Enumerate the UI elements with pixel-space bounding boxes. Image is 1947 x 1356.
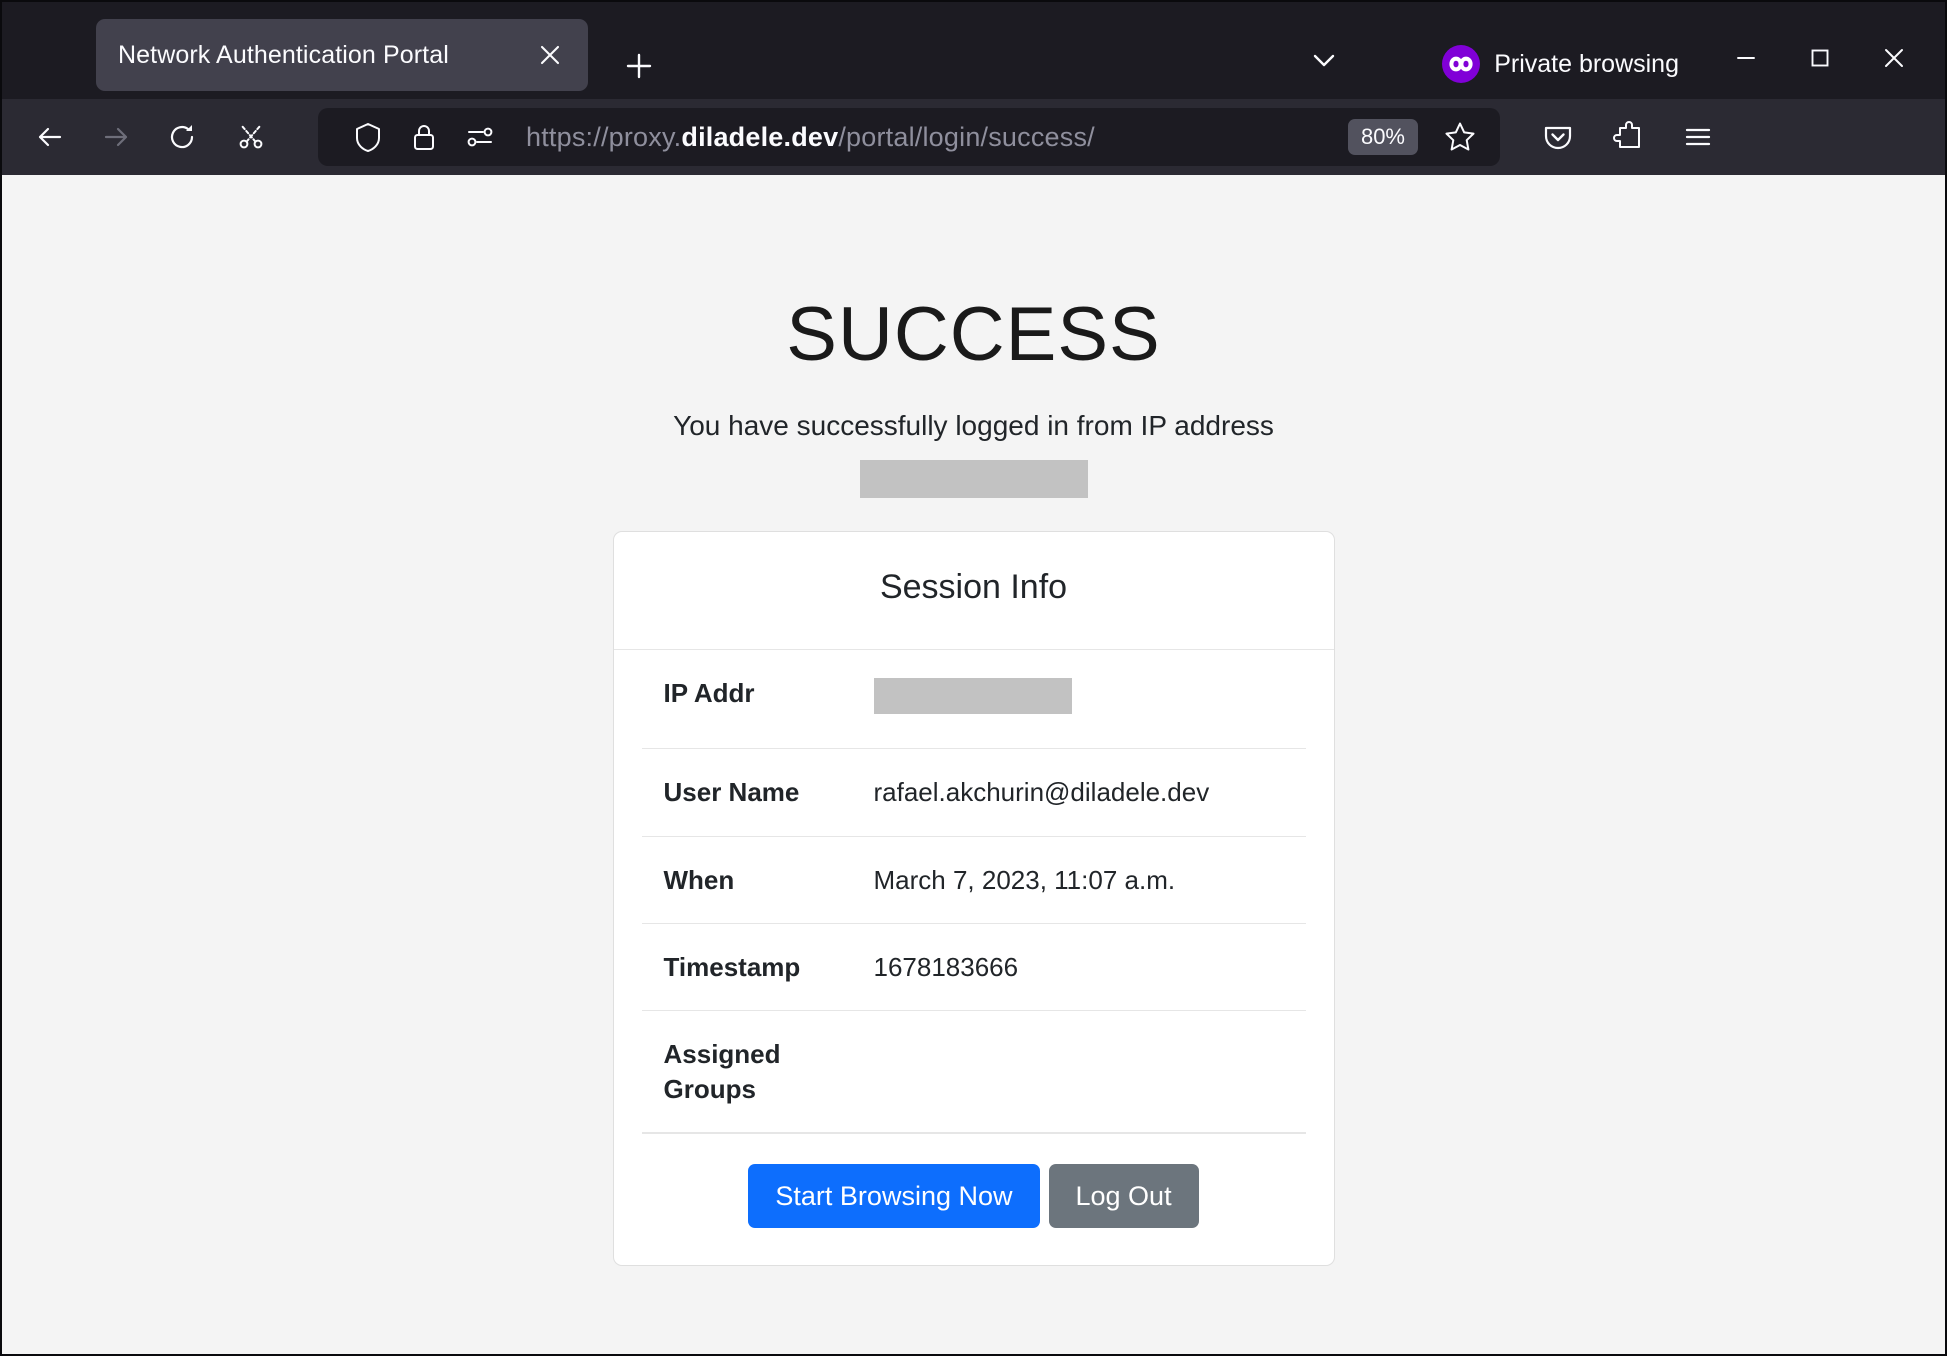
browser-window: Network Authentication Portal Private br… <box>0 0 1947 1356</box>
row-value: rafael.akchurin@diladele.dev <box>873 777 1210 808</box>
url-text[interactable]: https://proxy.diladele.dev/portal/login/… <box>526 122 1344 153</box>
row-value: 1678183666 <box>873 951 1019 982</box>
row-label: When <box>663 864 735 895</box>
card-title: Session Info <box>879 568 1068 606</box>
url-bar[interactable]: https://proxy.diladele.dev/portal/login/… <box>318 108 1500 166</box>
chevron-down-icon[interactable] <box>1296 35 1352 85</box>
table-row: Timestamp 1678183666 <box>641 923 1306 1011</box>
minimize-icon[interactable] <box>1709 33 1783 83</box>
page-content: SUCCESS You have successfully logged in … <box>2 175 1945 1354</box>
page-subtitle: You have successfully logged in from IP … <box>673 410 1274 441</box>
log-out-button[interactable]: Log Out <box>1048 1163 1199 1229</box>
bookmark-star-icon[interactable] <box>1432 113 1488 161</box>
redacted-ip-value <box>873 678 1072 714</box>
close-window-icon[interactable] <box>1857 33 1931 83</box>
url-host: diladele.dev <box>681 121 839 152</box>
toolbar-right-group <box>1526 109 1730 165</box>
start-browsing-button[interactable]: Start Browsing Now <box>748 1163 1040 1229</box>
row-value <box>873 650 1306 749</box>
card-body: IP Addr User Name rafael.akchurin@dilade… <box>613 649 1334 1133</box>
navigation-toolbar: https://proxy.diladele.dev/portal/login/… <box>2 99 1945 175</box>
row-value <box>874 1011 1306 1133</box>
private-browsing-label: Private browsing <box>1494 49 1679 78</box>
url-path: /portal/login/success/ <box>838 121 1095 152</box>
redacted-ip-address <box>859 460 1088 498</box>
screenshot-icon[interactable] <box>216 109 288 165</box>
private-mask-icon <box>1442 45 1481 83</box>
new-tab-button[interactable] <box>614 41 664 91</box>
shield-icon[interactable] <box>342 113 394 161</box>
row-label: User Name <box>663 777 800 808</box>
card-footer: Start Browsing Now Log Out <box>641 1132 1306 1265</box>
tab-title: Network Authentication Portal <box>118 40 449 69</box>
pocket-icon[interactable] <box>1526 109 1590 165</box>
back-icon[interactable] <box>18 109 82 165</box>
table-row: User Name rafael.akchurin@diladele.dev <box>641 749 1306 837</box>
session-info-card: Session Info IP Addr User Name rafael.ak… <box>612 531 1335 1267</box>
page-title: SUCCESS <box>786 292 1161 377</box>
extensions-puzzle-icon[interactable] <box>1596 109 1660 165</box>
window-controls <box>1709 33 1931 83</box>
table-row: IP Addr <box>641 650 1306 749</box>
table-row: Assigned Groups <box>641 1011 1306 1133</box>
close-icon[interactable] <box>530 35 570 75</box>
row-label: Assigned Groups <box>663 1039 781 1104</box>
row-label: IP Addr <box>663 678 755 708</box>
hamburger-menu-icon[interactable] <box>1666 109 1730 165</box>
forward-icon <box>84 109 148 165</box>
browser-tab[interactable]: Network Authentication Portal <box>96 19 588 91</box>
row-label: Timestamp <box>663 951 801 982</box>
url-scheme: https://proxy. <box>526 121 682 152</box>
tab-strip: Network Authentication Portal Private br… <box>2 2 1945 99</box>
zoom-level-badge[interactable]: 80% <box>1347 119 1418 155</box>
maximize-icon[interactable] <box>1783 33 1857 83</box>
row-value: March 7, 2023, 11:07 a.m. <box>873 864 1176 895</box>
session-info-table: IP Addr User Name rafael.akchurin@dilade… <box>641 650 1306 1133</box>
table-row: When March 7, 2023, 11:07 a.m. <box>641 836 1306 924</box>
private-browsing-indicator: Private browsing <box>1442 45 1679 83</box>
site-permissions-icon[interactable] <box>454 113 506 161</box>
reload-icon[interactable] <box>150 109 214 165</box>
lock-icon[interactable] <box>398 113 450 161</box>
